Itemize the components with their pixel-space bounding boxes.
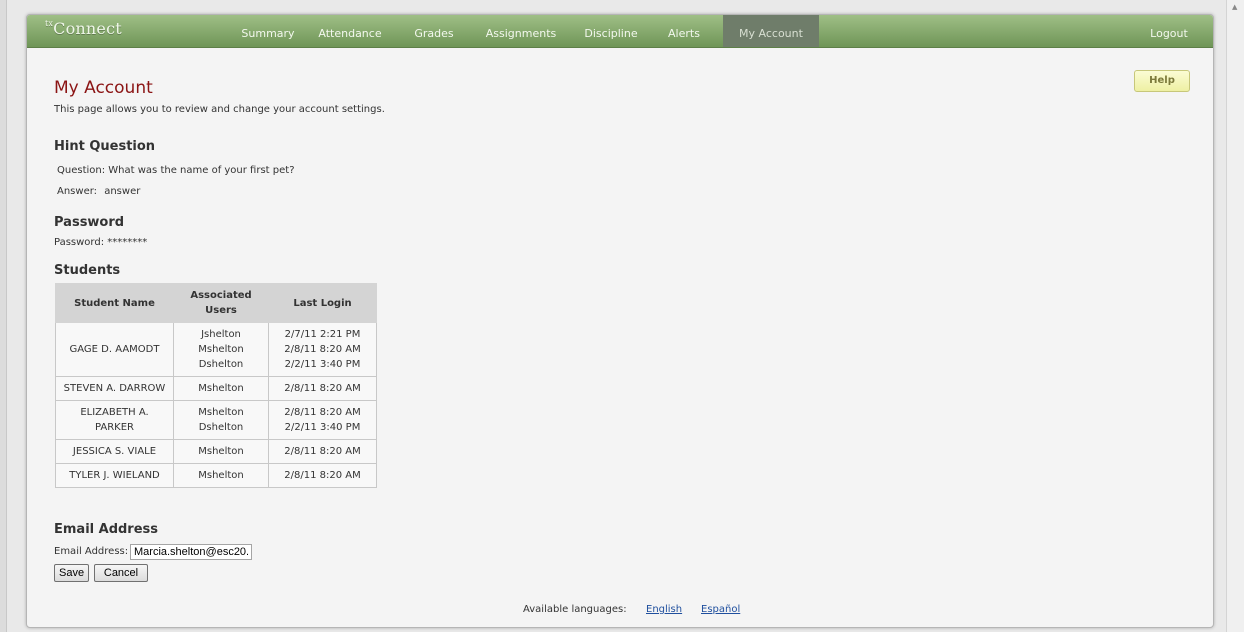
last-login-cell: 2/8/11 8:20 AM — [268, 376, 377, 401]
nav-discipline[interactable]: Discipline — [582, 15, 640, 47]
help-button[interactable]: Help — [1134, 70, 1190, 92]
last-login-cell: 2/7/11 2:21 PM 2/8/11 8:20 AM 2/2/11 3:4… — [268, 322, 377, 377]
student-name-cell: STEVEN A. DARROW — [55, 376, 174, 401]
password-value: ******** — [107, 237, 148, 248]
email-field[interactable] — [130, 544, 252, 560]
students-table: Student Name Associated Users Last Login… — [55, 283, 377, 488]
hint-question-label: Question: — [57, 165, 106, 176]
page-title: My Account — [54, 78, 153, 98]
last-login: 2/8/11 8:20 AM — [284, 470, 361, 481]
hint-answer-row: Answer: answer — [57, 186, 140, 197]
column-header-student-name: Student Name — [55, 283, 174, 323]
associated-users-cell: Mshelton — [173, 463, 269, 488]
associated-user: Mshelton — [198, 344, 244, 355]
last-login-cell: 2/8/11 8:20 AM — [268, 463, 377, 488]
last-login: 2/8/11 8:20 AM — [284, 344, 361, 355]
table-row: GAGE D. AAMODT Jshelton Mshelton Dshelto… — [55, 322, 377, 377]
student-name-cell: JESSICA S. VIALE — [55, 439, 174, 464]
language-espanol-link[interactable]: Español — [701, 604, 740, 615]
table-header-row: Student Name Associated Users Last Login — [55, 283, 377, 323]
student-name-cell: TYLER J. WIELAND — [55, 463, 174, 488]
last-login: 2/8/11 8:20 AM — [284, 407, 361, 418]
nav-grades[interactable]: Grades — [410, 15, 458, 47]
associated-users-cell: Mshelton — [173, 439, 269, 464]
app-frame: txConnect Summary Attendance Grades Assi… — [26, 14, 1214, 628]
associated-user: Mshelton — [198, 470, 244, 481]
hint-answer-label: Answer: — [57, 186, 98, 197]
associated-user: Dshelton — [198, 422, 244, 433]
logout-link[interactable]: Logout — [1147, 15, 1191, 47]
vertical-scrollbar[interactable]: ▲ — [1226, 0, 1244, 632]
language-english-link[interactable]: English — [646, 604, 682, 615]
associated-user: Mshelton — [198, 383, 244, 394]
associated-user: Dshelton — [198, 359, 244, 370]
nav-attendance[interactable]: Attendance — [315, 15, 385, 47]
table-row: TYLER J. WIELAND Mshelton 2/8/11 8:20 AM — [55, 463, 377, 488]
password-heading: Password — [54, 215, 125, 230]
save-button[interactable]: Save — [54, 564, 89, 582]
column-header-last-login: Last Login — [268, 283, 377, 323]
scroll-up-icon[interactable]: ▲ — [1232, 3, 1237, 11]
page-description: This page allows you to review and chang… — [54, 104, 385, 115]
hint-question-heading: Hint Question — [54, 139, 156, 154]
column-header-associated-users: Associated Users — [173, 283, 269, 323]
associated-user: Jshelton — [201, 329, 241, 340]
associated-user: Mshelton — [198, 446, 244, 457]
window-left-edge — [0, 0, 7, 632]
last-login: 2/2/11 3:40 PM — [284, 359, 361, 370]
nav-my-account[interactable]: My Account — [723, 15, 819, 47]
last-login: 2/7/11 2:21 PM — [284, 329, 361, 340]
table-row: ELIZABETH A. PARKER Mshelton Dshelton 2/… — [55, 400, 377, 440]
student-name-cell: GAGE D. AAMODT — [55, 322, 174, 377]
nav-alerts[interactable]: Alerts — [664, 15, 704, 47]
top-nav-bar: txConnect Summary Attendance Grades Assi… — [27, 15, 1213, 48]
last-login-cell: 2/8/11 8:20 AM — [268, 439, 377, 464]
students-heading: Students — [54, 263, 121, 278]
available-languages-label: Available languages: — [523, 604, 627, 615]
password-label: Password: — [54, 237, 105, 248]
last-login: 2/8/11 8:20 AM — [284, 383, 361, 394]
email-heading: Email Address — [54, 522, 159, 537]
last-login-cell: 2/8/11 8:20 AM 2/2/11 3:40 PM — [268, 400, 377, 440]
student-name-cell: ELIZABETH A. PARKER — [55, 400, 174, 440]
table-row: STEVEN A. DARROW Mshelton 2/8/11 8:20 AM — [55, 376, 377, 401]
associated-users-cell: Mshelton — [173, 376, 269, 401]
password-row: Password: ******** — [54, 237, 147, 248]
app-logo: txConnect — [45, 19, 122, 38]
hint-question-row: Question: What was the name of your firs… — [57, 165, 295, 176]
last-login: 2/2/11 3:40 PM — [284, 422, 361, 433]
cancel-button[interactable]: Cancel — [94, 564, 148, 582]
email-label: Email Address: — [54, 546, 129, 557]
nav-assignments[interactable]: Assignments — [483, 15, 559, 47]
associated-users-cell: Mshelton Dshelton — [173, 400, 269, 440]
nav-summary[interactable]: Summary — [239, 15, 297, 47]
associated-users-cell: Jshelton Mshelton Dshelton — [173, 322, 269, 377]
last-login: 2/8/11 8:20 AM — [284, 446, 361, 457]
associated-user: Mshelton — [198, 407, 244, 418]
hint-answer-value: answer — [104, 186, 141, 197]
hint-question-value: What was the name of your first pet? — [108, 165, 295, 176]
table-row: JESSICA S. VIALE Mshelton 2/8/11 8:20 AM — [55, 439, 377, 464]
